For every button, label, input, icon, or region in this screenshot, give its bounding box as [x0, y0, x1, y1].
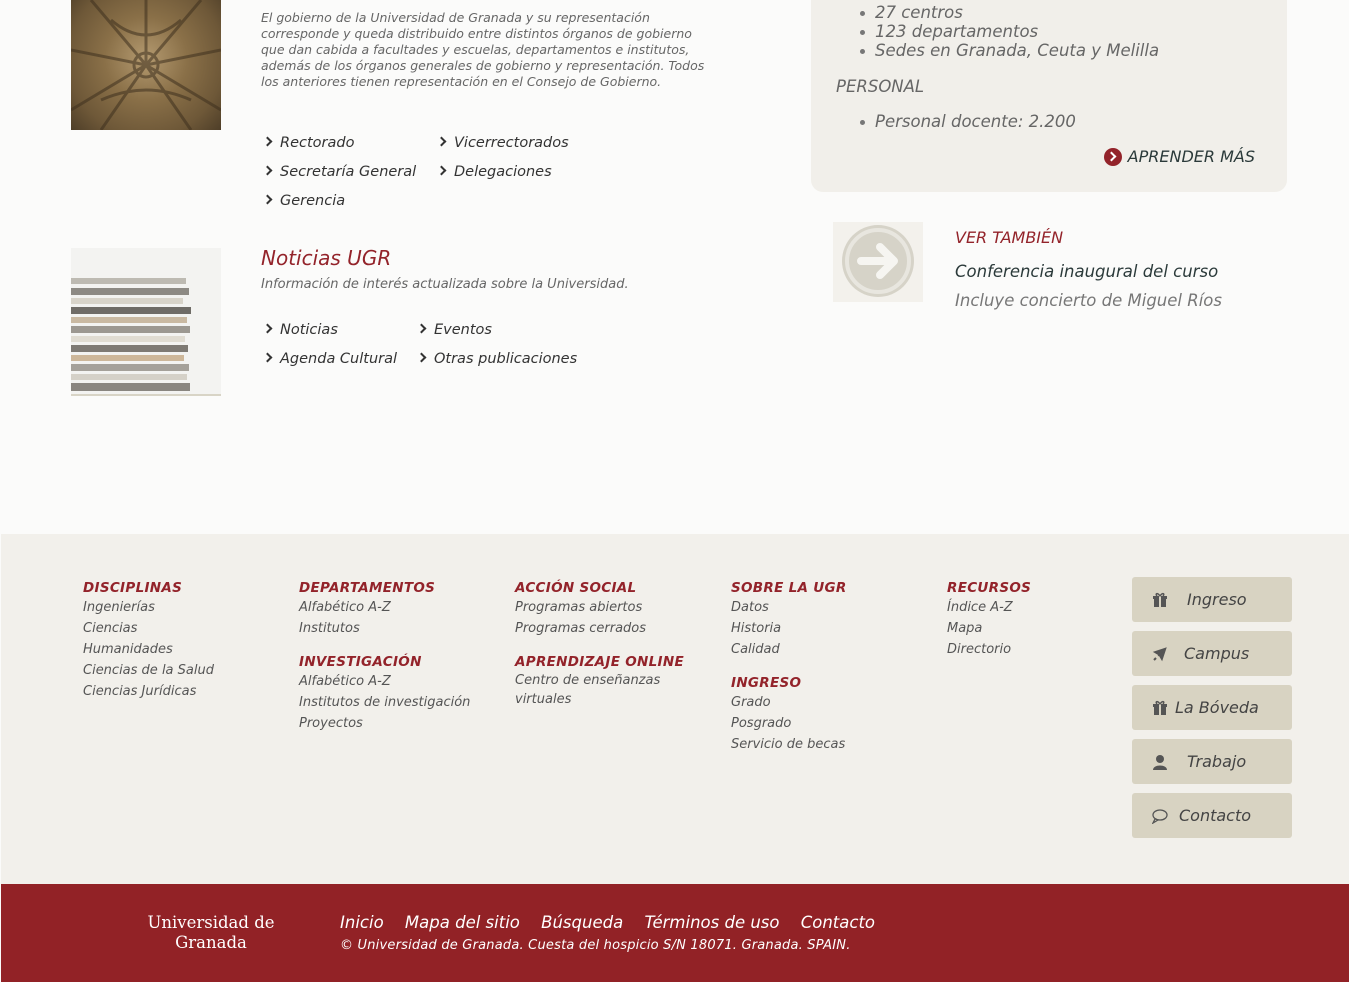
- nav-contacto[interactable]: Contacto: [801, 913, 875, 932]
- noticias-title[interactable]: Noticias UGR: [261, 246, 391, 270]
- learn-more-link[interactable]: APRENDER MÁS: [1103, 147, 1255, 166]
- see-also-subtitle: Incluye concierto de Miguel Ríos: [955, 291, 1222, 310]
- contacto-button[interactable]: Contacto: [1132, 793, 1292, 838]
- arrow-circle-icon: [1103, 147, 1122, 166]
- copyright: © Universidad de Granada. Cuesta del hos…: [340, 938, 851, 953]
- chevron-right-icon: [416, 352, 427, 363]
- footer-heading: ACCIÓN SOCIAL: [515, 580, 637, 596]
- footer-link[interactable]: Institutos: [299, 618, 499, 639]
- personal-list: Personal docente: 2.200: [860, 112, 1076, 131]
- facts-list: 27 centros 123 departamentos Sedes en Gr…: [859, 3, 1160, 60]
- list-item: 27 centros: [859, 3, 1159, 22]
- chevron-right-icon: [262, 323, 273, 334]
- footer-link[interactable]: Servicio de becas: [731, 734, 931, 755]
- nav-busqueda[interactable]: Búsqueda: [541, 913, 623, 932]
- chevron-right-icon: [436, 165, 447, 176]
- footer-link[interactable]: Alfabético A-Z: [299, 597, 499, 618]
- chevron-right-icon: [262, 352, 273, 363]
- chat-icon: [1152, 809, 1168, 824]
- footer-link[interactable]: Programas cerrados: [515, 618, 685, 639]
- nav-terminos-de-uso[interactable]: Términos de uso: [644, 913, 779, 932]
- footer-link[interactable]: Humanidades: [83, 639, 283, 660]
- footer-link[interactable]: Calidad: [731, 639, 931, 660]
- list-item: Sedes en Granada, Ceuta y Melilla: [859, 41, 1160, 60]
- see-also-title: VER TAMBIÉN: [955, 228, 1064, 247]
- footer-column-sobre-la-ugr: SOBRE LA UGR Datos Historia Calidad INGR…: [731, 579, 931, 755]
- arrow-right-icon: [833, 222, 923, 302]
- footer-column-departamentos: DEPARTAMENTOS Alfabético A-Z Institutos …: [299, 579, 499, 734]
- footer-link[interactable]: Programas abiertos: [515, 597, 685, 618]
- footer-column-disciplinas: DISCIPLINAS Ingenierías Ciencias Humanid…: [83, 579, 283, 702]
- personal-heading: PERSONAL: [836, 77, 925, 96]
- campus-button[interactable]: Campus: [1132, 631, 1292, 676]
- footer-link[interactable]: Grado: [731, 692, 931, 713]
- link-gerencia[interactable]: Gerencia: [262, 193, 345, 209]
- link-delegaciones[interactable]: Delegaciones: [436, 164, 552, 180]
- university-logo[interactable]: Universidad de Granada: [131, 913, 291, 953]
- list-item: 123 departamentos: [859, 22, 1159, 41]
- footer-heading: RECURSOS: [947, 580, 1032, 596]
- footer: DISCIPLINAS Ingenierías Ciencias Humanid…: [1, 534, 1349, 884]
- footer-link[interactable]: Directorio: [947, 639, 1107, 660]
- gift-icon: [1153, 592, 1167, 607]
- link-vicerrectorados[interactable]: Vicerrectorados: [436, 135, 569, 151]
- footer-link[interactable]: Institutos de investigación: [299, 692, 499, 713]
- gift-icon: [1153, 700, 1167, 715]
- footer-link[interactable]: Índice A-Z: [947, 597, 1107, 618]
- footer-link[interactable]: Centro de enseñanzas virtuales: [515, 671, 685, 709]
- university-facts-box: 27 centros 123 departamentos Sedes en Gr…: [811, 0, 1287, 192]
- footer-link[interactable]: Mapa: [947, 618, 1107, 639]
- nav-mapa-del-sitio[interactable]: Mapa del sitio: [405, 913, 520, 932]
- bottom-bar: Universidad de Granada Inicio Mapa del s…: [1, 884, 1349, 982]
- link-otras-publicaciones[interactable]: Otras publicaciones: [416, 351, 577, 367]
- link-noticias[interactable]: Noticias: [262, 322, 338, 338]
- chevron-right-icon: [262, 165, 273, 176]
- la-boveda-button[interactable]: La Bóveda: [1132, 685, 1292, 730]
- link-rectorado[interactable]: Rectorado: [262, 135, 354, 151]
- newspaper-image: [71, 248, 221, 396]
- footer-column-recursos: RECURSOS Índice A-Z Mapa Directorio: [947, 579, 1107, 660]
- chevron-right-icon: [262, 136, 273, 147]
- chevron-right-icon: [262, 194, 273, 205]
- footer-heading: INVESTIGACIÓN: [299, 654, 422, 670]
- footer-link[interactable]: Ciencias Jurídicas: [83, 681, 283, 702]
- footer-link[interactable]: Proyectos: [299, 713, 499, 734]
- gobierno-description: El gobierno de la Universidad de Granada…: [261, 10, 705, 89]
- footer-heading: INGRESO: [731, 675, 802, 691]
- chevron-right-icon: [436, 136, 447, 147]
- footer-column-accion-social: ACCIÓN SOCIAL Programas abiertos Program…: [515, 579, 685, 709]
- link-agenda-cultural[interactable]: Agenda Cultural: [262, 351, 397, 367]
- bottom-nav: Inicio Mapa del sitio Búsqueda Términos …: [340, 913, 891, 932]
- see-also-link[interactable]: Conferencia inaugural del curso: [955, 262, 1218, 281]
- footer-link[interactable]: Historia: [731, 618, 931, 639]
- footer-link[interactable]: Datos: [731, 597, 931, 618]
- trabajo-button[interactable]: Trabajo: [1132, 739, 1292, 784]
- footer-heading: DISCIPLINAS: [83, 580, 183, 596]
- link-eventos[interactable]: Eventos: [416, 322, 492, 338]
- footer-heading: APRENDIZAJE ONLINE: [515, 654, 684, 670]
- ingreso-button[interactable]: Ingreso: [1132, 577, 1292, 622]
- plane-icon: [1152, 647, 1167, 662]
- nav-inicio[interactable]: Inicio: [340, 913, 384, 932]
- footer-link[interactable]: Ingenierías: [83, 597, 283, 618]
- link-secretaria-general[interactable]: Secretaría General: [262, 164, 416, 180]
- footer-link[interactable]: Alfabético A-Z: [299, 671, 499, 692]
- footer-link[interactable]: Ciencias de la Salud: [83, 660, 283, 681]
- chevron-right-icon: [416, 323, 427, 334]
- user-icon: [1153, 755, 1167, 770]
- footer-heading: DEPARTAMENTOS: [299, 580, 436, 596]
- noticias-description: Información de interés actualizada sobre…: [261, 277, 629, 292]
- list-item: Personal docente: 2.200: [860, 112, 1076, 131]
- footer-heading: SOBRE LA UGR: [731, 580, 847, 596]
- footer-link[interactable]: Posgrado: [731, 713, 931, 734]
- gobierno-image: [71, 0, 221, 130]
- footer-link[interactable]: Ciencias: [83, 618, 283, 639]
